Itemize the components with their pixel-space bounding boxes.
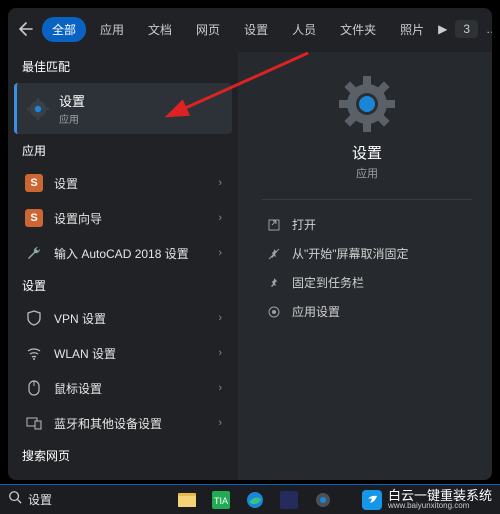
settings-item-label: 蓝牙和其他设备设置 <box>54 415 218 432</box>
web-item-label: 设置 - 查看网络搜索结果 <box>54 480 218 481</box>
sogou-icon: S <box>24 173 44 193</box>
tab-4[interactable]: 设置 <box>234 17 278 42</box>
tab-1[interactable]: 应用 <box>90 17 134 42</box>
devices-icon <box>24 413 44 433</box>
settings-item-1[interactable]: WLAN 设置› <box>14 336 232 370</box>
app-item-0[interactable]: S 设置› <box>14 166 232 200</box>
gear-icon <box>266 304 282 320</box>
app-item-label: 设置向导 <box>54 210 218 227</box>
settings-item-label: WLAN 设置 <box>54 345 218 362</box>
best-match-header: 最佳匹配 <box>14 52 232 81</box>
app-item-label: 设置 <box>54 175 218 192</box>
taskbar-app-icon[interactable]: TIA <box>206 485 236 514</box>
divider <box>262 199 472 200</box>
action-label: 打开 <box>292 216 316 233</box>
tab-5[interactable]: 人员 <box>282 17 326 42</box>
action-3[interactable]: 应用设置 <box>252 297 482 326</box>
unpin-icon <box>266 246 282 262</box>
watermark: 白云一键重装系统 www.baiyunxitong.com <box>362 489 500 510</box>
taskbar-settings-icon[interactable] <box>308 485 338 514</box>
wrench-icon <box>24 243 44 263</box>
taskbar-search[interactable]: 设置 <box>0 485 170 514</box>
watermark-logo <box>362 490 382 510</box>
shield-icon <box>24 308 44 328</box>
settings-item-3[interactable]: 蓝牙和其他设备设置› <box>14 406 232 440</box>
taskbar-app2-icon[interactable] <box>274 485 304 514</box>
settings-item-label: VPN 设置 <box>54 310 218 327</box>
search-icon <box>24 478 44 480</box>
detail-column: 设置 应用 打开从"开始"屏幕取消固定固定到任务栏应用设置 <box>238 52 492 480</box>
web-item-0[interactable]: 设置 - 查看网络搜索结果› <box>14 471 232 480</box>
action-label: 固定到任务栏 <box>292 274 364 291</box>
mouse-icon <box>24 378 44 398</box>
gear-icon <box>27 98 49 120</box>
detail-title: 设置 <box>252 142 482 163</box>
sogou-icon: S <box>24 208 44 228</box>
chevron-right-icon: › <box>218 247 222 259</box>
chevron-right-icon: › <box>218 347 222 359</box>
taskbar-search-text: 设置 <box>28 491 52 508</box>
tab-7[interactable]: 照片 <box>390 17 434 42</box>
taskbar: 设置 TIA 白云一键重装系统 www.baiyunxitong.com <box>0 484 500 514</box>
tab-0[interactable]: 全部 <box>42 17 86 42</box>
tab-3[interactable]: 网页 <box>186 17 230 42</box>
best-match-item[interactable]: 设置 应用 <box>14 83 232 134</box>
more-button[interactable]: … <box>486 22 492 36</box>
action-label: 应用设置 <box>292 303 340 320</box>
settings-item-0[interactable]: VPN 设置› <box>14 301 232 335</box>
detail-subtitle: 应用 <box>252 165 482 181</box>
back-button[interactable] <box>18 17 34 41</box>
settings-header: 设置 <box>14 271 232 300</box>
settings-item-label: 鼠标设置 <box>54 380 218 397</box>
chevron-right-icon: › <box>218 417 222 429</box>
play-button[interactable]: ▶ <box>438 22 447 36</box>
chevron-right-icon: › <box>218 212 222 224</box>
chevron-right-icon: › <box>218 382 222 394</box>
search-icon <box>8 490 22 509</box>
web-header: 搜索网页 <box>14 441 232 470</box>
chevron-right-icon: › <box>218 177 222 189</box>
settings-item-2[interactable]: 鼠标设置› <box>14 371 232 405</box>
app-item-label: 输入 AutoCAD 2018 设置 <box>54 245 218 262</box>
watermark-sub: www.baiyunxitong.com <box>388 502 492 510</box>
action-0[interactable]: 打开 <box>252 210 482 239</box>
app-item-1[interactable]: S 设置向导› <box>14 201 232 235</box>
action-label: 从"开始"屏幕取消固定 <box>292 245 409 262</box>
best-match-subtitle: 应用 <box>59 111 85 126</box>
chevron-right-icon: › <box>218 312 222 324</box>
taskbar-explorer-icon[interactable] <box>172 485 202 514</box>
taskbar-edge-icon[interactable] <box>240 485 270 514</box>
header-count[interactable]: 3 <box>455 20 478 38</box>
results-column: 最佳匹配 设置 应用 应用 S设置›S设置向导›输入 AutoCAD 2018 … <box>8 52 238 480</box>
open-icon <box>266 217 282 233</box>
action-2[interactable]: 固定到任务栏 <box>252 268 482 297</box>
best-match-title: 设置 <box>59 91 85 110</box>
tab-2[interactable]: 文档 <box>138 17 182 42</box>
svg-text:TIA: TIA <box>214 496 228 506</box>
pin-icon <box>266 275 282 291</box>
action-1[interactable]: 从"开始"屏幕取消固定 <box>252 239 482 268</box>
detail-gear-icon <box>339 76 395 132</box>
tab-6[interactable]: 文件夹 <box>330 17 386 42</box>
wifi-icon <box>24 343 44 363</box>
apps-header: 应用 <box>14 136 232 165</box>
app-item-2[interactable]: 输入 AutoCAD 2018 设置› <box>14 236 232 270</box>
